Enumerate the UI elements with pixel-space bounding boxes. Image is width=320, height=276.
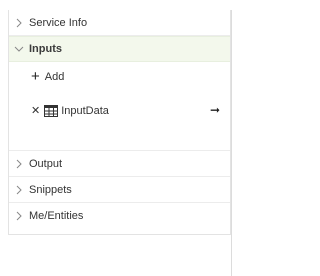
section-inputs[interactable]: Inputs: [9, 36, 230, 62]
section-output-label: Output: [29, 157, 63, 170]
section-snippets[interactable]: Snippets: [9, 177, 230, 203]
add-input-label: Add: [44, 71, 65, 83]
panel-divider: [231, 10, 232, 276]
table-icon: [44, 104, 59, 117]
chevron-right-icon: [9, 185, 29, 195]
section-snippets-label: Snippets: [29, 183, 72, 196]
section-output[interactable]: Output: [9, 151, 230, 177]
section-me-entities-label: Me/Entities: [29, 210, 84, 222]
remove-icon[interactable]: ✕: [31, 104, 40, 117]
input-item[interactable]: ✕ InputData ➞: [31, 103, 220, 117]
section-me-entities[interactable]: Me/Entities: [9, 203, 230, 229]
inputs-content: + Add ✕ InputData ➞: [9, 62, 230, 151]
section-service-info[interactable]: Service Info: [9, 10, 230, 36]
section-service-info-label: Service Info: [29, 16, 88, 29]
chevron-down-icon: [9, 45, 29, 53]
chevron-right-icon: [9, 159, 29, 169]
chevron-right-icon: [9, 18, 29, 28]
arrow-right-icon[interactable]: ➞: [210, 103, 220, 117]
plus-icon: +: [31, 68, 40, 85]
add-input-button[interactable]: + Add: [31, 68, 65, 85]
chevron-right-icon: [9, 211, 29, 221]
explorer-panel: Service Info Inputs + Add ✕ InputData ➞ …: [8, 10, 231, 235]
section-inputs-label: Inputs: [29, 43, 62, 55]
input-item-name: InputData: [61, 104, 109, 117]
